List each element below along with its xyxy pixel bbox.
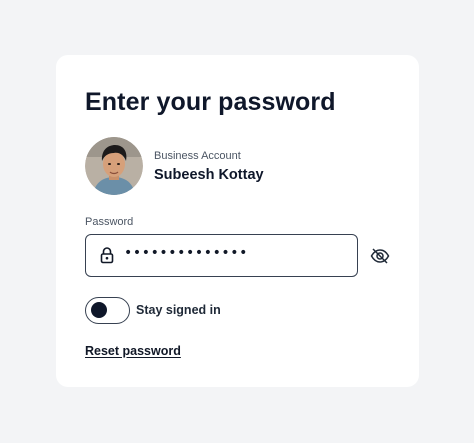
password-input[interactable]: •••••••••••••• bbox=[85, 234, 358, 277]
reset-password-link[interactable]: Reset password bbox=[85, 344, 181, 358]
password-card: Enter your password Business Account Sub… bbox=[56, 55, 419, 387]
stay-signed-in-toggle[interactable] bbox=[85, 297, 130, 324]
toggle-knob bbox=[91, 302, 107, 318]
account-type-label: Business Account bbox=[154, 150, 241, 162]
account-name: Subeesh Kottay bbox=[154, 167, 264, 183]
page-title: Enter your password bbox=[85, 88, 336, 116]
lock-icon bbox=[100, 247, 114, 264]
avatar bbox=[85, 137, 143, 195]
avatar-image bbox=[85, 137, 143, 195]
eye-slash-icon[interactable] bbox=[369, 245, 391, 267]
password-label: Password bbox=[85, 216, 134, 228]
stay-signed-in-label: Stay signed in bbox=[136, 303, 221, 317]
password-value: •••••••••••••• bbox=[124, 245, 249, 261]
